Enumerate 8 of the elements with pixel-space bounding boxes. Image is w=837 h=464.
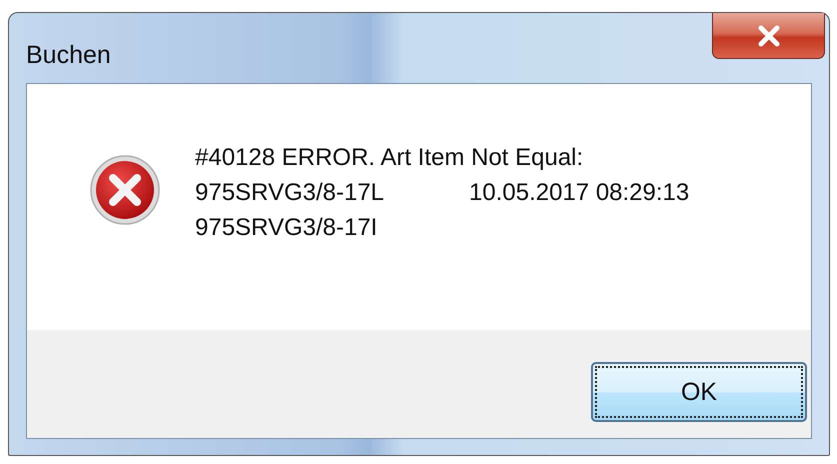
error-icon xyxy=(89,154,161,226)
message-text: #40128 ERROR. Art Item Not Equal: xyxy=(195,143,584,173)
ok-button[interactable]: OK xyxy=(591,362,807,422)
message-text: 975SRVG3/8-17I xyxy=(195,213,378,243)
message-text: 10.05.2017 08:29:13 xyxy=(469,178,690,208)
window-title: Buchen xyxy=(26,41,111,70)
close-button[interactable] xyxy=(712,13,825,59)
message-text: 975SRVG3/8-17L xyxy=(195,178,384,208)
